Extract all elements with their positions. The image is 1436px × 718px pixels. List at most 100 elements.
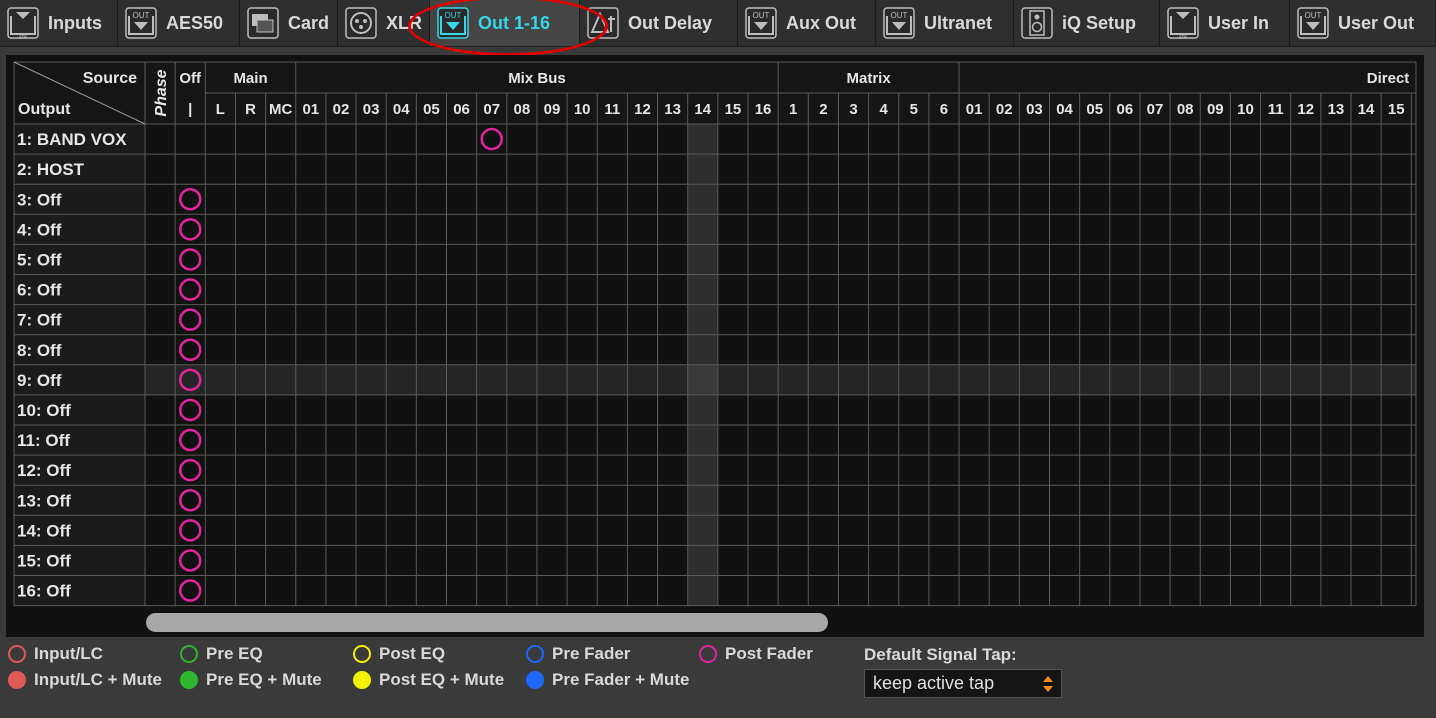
routing-row[interactable] [145, 124, 1416, 154]
port-out-icon: OUT [125, 7, 157, 39]
routing-row[interactable] [145, 184, 1416, 214]
svg-text:OUT: OUT [445, 11, 462, 20]
toolbar: IN Inputs OUT AES50 Card XLR OUT Out 1-16 Out De… [0, 0, 1436, 47]
column-label-matrix-4: 4 [880, 101, 889, 118]
svg-text:OUT: OUT [133, 11, 150, 20]
column-label-mixbus-12: 12 [634, 101, 651, 118]
port-out-icon: OUT [1297, 7, 1329, 39]
output-row-label: 7: Off [17, 311, 62, 330]
routing-grid-svg: Source Output Phase Off | Main Mix Bus Matrix Di… [13, 61, 1417, 607]
routing-row[interactable] [145, 485, 1416, 515]
routing-row[interactable] [145, 154, 1416, 184]
column-label-mixbus-07: 07 [483, 101, 500, 118]
output-row-label: 14: Off [17, 521, 71, 540]
routing-row[interactable] [145, 214, 1416, 244]
group-header-direct: Direct [1367, 70, 1410, 87]
tab-card[interactable]: Card [240, 0, 338, 46]
routing-row[interactable] [145, 395, 1416, 425]
legend-item: Pre Fader [526, 644, 630, 664]
svg-text:OUT: OUT [753, 11, 770, 20]
tab-label: XLR [386, 12, 422, 33]
column-label-direct-13: 13 [1328, 101, 1345, 118]
column-label-direct-10: 10 [1237, 101, 1254, 118]
tab-ultranet[interactable]: OUT Ultranet [876, 0, 1014, 46]
column-label-mixbus-14: 14 [694, 101, 711, 118]
column-label-mixbus-06: 06 [453, 101, 470, 118]
legend-label: Post EQ + Mute [379, 670, 505, 689]
off-header: Off [179, 70, 202, 87]
output-row-label: 6: Off [17, 281, 62, 300]
column-label-direct-15: 15 [1388, 101, 1405, 118]
column-label-main-R: R [245, 101, 256, 118]
tab-user-out[interactable]: OUT User Out [1290, 0, 1436, 46]
column-label-mixbus-04: 04 [393, 101, 410, 118]
legend-item: Input/LC [8, 644, 103, 664]
output-row-label: 16: Off [17, 582, 71, 601]
horizontal-scrollbar[interactable] [146, 613, 828, 632]
legend-label: Input/LC [34, 644, 103, 663]
tab-xlr[interactable]: XLR [338, 0, 430, 46]
column-label-main-L: L [216, 101, 225, 118]
card-icon [247, 7, 279, 39]
tab-inputs[interactable]: IN Inputs [0, 0, 118, 46]
routing-row[interactable] [145, 545, 1416, 575]
output-row-label: 1: BAND VOX [17, 130, 127, 149]
legend-label: Pre Fader + Mute [552, 670, 690, 689]
tab-out-delay[interactable]: Out Delay [580, 0, 738, 46]
routing-row[interactable] [145, 305, 1416, 335]
filled-circle-icon [180, 671, 198, 689]
ring-circle-icon [180, 645, 198, 663]
legend-item: Pre EQ + Mute [180, 670, 322, 690]
tab-iq-setup[interactable]: iQ Setup [1014, 0, 1160, 46]
legend-item: Post EQ [353, 644, 445, 664]
column-label-mixbus-10: 10 [574, 101, 591, 118]
routing-row[interactable] [145, 455, 1416, 485]
default-signal-tap-select[interactable]: keep active tap [864, 669, 1062, 698]
port-out-icon: OUT [883, 7, 915, 39]
column-label-direct-09: 09 [1207, 101, 1224, 118]
routing-row[interactable] [145, 275, 1416, 305]
routing-row[interactable] [145, 576, 1416, 606]
column-label-mixbus-15: 15 [725, 101, 742, 118]
port-out-icon: OUT [745, 7, 777, 39]
legend-item: Pre EQ [180, 644, 263, 664]
group-header-mixbus: Mix Bus [508, 70, 566, 87]
output-row-label: 4: Off [17, 220, 62, 239]
legend-label: Input/LC + Mute [34, 670, 162, 689]
column-label-main-MC: MC [269, 101, 292, 118]
routing-row[interactable] [145, 335, 1416, 365]
default-signal-tap-value: keep active tap [873, 673, 995, 693]
column-label-direct-03: 03 [1026, 101, 1043, 118]
ring-circle-icon [353, 645, 371, 663]
delay-icon [587, 7, 619, 39]
legend-label: Pre Fader [552, 644, 631, 663]
tab-aux-out[interactable]: OUT Aux Out [738, 0, 876, 46]
tab-label: User Out [1338, 12, 1415, 33]
output-row-label: 11: Off [17, 431, 70, 450]
routing-row[interactable] [145, 244, 1416, 274]
tab-label: Out Delay [628, 12, 713, 33]
routing-row[interactable] [145, 515, 1416, 545]
svg-text:OUT: OUT [891, 11, 908, 20]
off-subheader: | [188, 101, 192, 118]
corner-source-label: Source [83, 70, 137, 87]
tab-label: AES50 [166, 12, 224, 33]
tab-user-in[interactable]: IN User In [1160, 0, 1290, 46]
group-header-main: Main [233, 70, 267, 87]
tab-out-1-16[interactable]: OUT Out 1-16 [430, 0, 580, 46]
routing-row[interactable] [145, 365, 1416, 395]
legend-item: Post EQ + Mute [353, 670, 504, 690]
tap-legend: Input/LC Pre EQ Post EQ Pre Fader Post Fader… [0, 640, 860, 718]
output-row-label: 9: Off [17, 371, 62, 390]
tab-aes50[interactable]: OUT AES50 [118, 0, 240, 46]
column-label-direct-05: 05 [1086, 101, 1103, 118]
port-in-icon: IN [7, 7, 39, 40]
legend-label: Pre EQ + Mute [206, 670, 322, 689]
column-label-mixbus-01: 01 [302, 101, 319, 118]
column-label-mixbus-02: 02 [333, 101, 350, 118]
column-label-mixbus-11: 11 [604, 101, 620, 118]
routing-row[interactable] [145, 425, 1416, 455]
routing-grid: Source Output Phase Off | Main Mix Bus Matrix Di… [6, 55, 1424, 637]
column-label-matrix-6: 6 [940, 101, 948, 118]
filled-circle-icon [353, 671, 371, 689]
